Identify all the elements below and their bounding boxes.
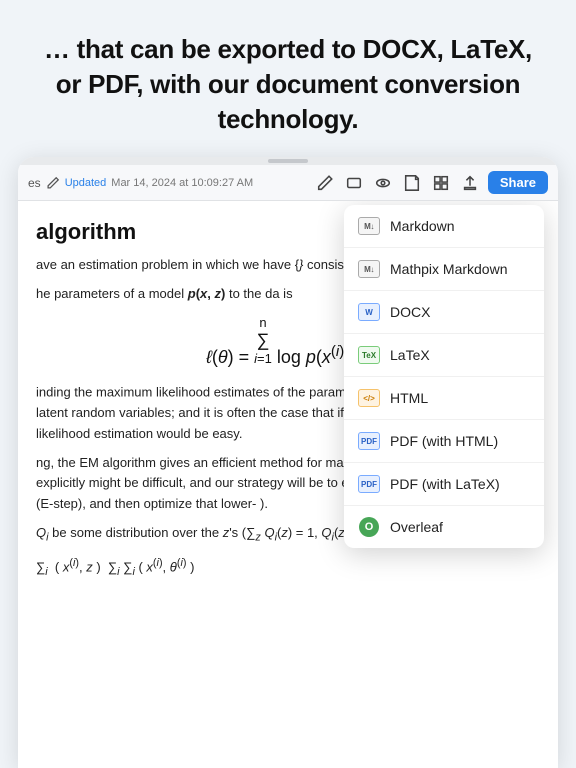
rectangle-icon-btn[interactable] xyxy=(343,172,365,194)
pdf-html-icon: PDF xyxy=(358,430,380,452)
html-label: HTML xyxy=(390,390,428,406)
notch-dot xyxy=(268,159,308,163)
headline-text: … that can be exported to DOCX, LaTeX, o… xyxy=(40,32,536,137)
device-notch xyxy=(18,157,558,165)
share-button[interactable]: Share xyxy=(488,171,548,194)
headline-area: … that can be exported to DOCX, LaTeX, o… xyxy=(0,0,576,157)
dropdown-item-overleaf[interactable]: O Overleaf xyxy=(344,506,544,548)
pencil-icon-btn[interactable] xyxy=(314,172,336,194)
device-frame: es Updated Mar 14, 2024 at 10:09:27 AM xyxy=(18,157,558,768)
mathpix-markdown-icon: M↓ xyxy=(358,258,380,280)
markdown-label: Markdown xyxy=(390,218,455,234)
doc-para-6: ∑i ( x(i), z ) ∑i ∑i ( x(i), θ(i) ) xyxy=(36,555,540,581)
latex-label: LaTeX xyxy=(390,347,430,363)
latex-icon: TeX xyxy=(358,344,380,366)
date-label: Mar 14, 2024 at 10:09:27 AM xyxy=(111,177,253,189)
dropdown-item-pdf-html[interactable]: PDF PDF (with HTML) xyxy=(344,420,544,463)
overleaf-label: Overleaf xyxy=(390,519,443,535)
dropdown-item-html[interactable]: </> HTML xyxy=(344,377,544,420)
mathpix-markdown-label: Mathpix Markdown xyxy=(390,261,508,277)
export-dropdown: M↓ Markdown M↓ Mathpix Markdown W DOCX T… xyxy=(344,205,544,548)
toolbar-right: Share xyxy=(314,171,548,194)
document-icon-btn[interactable] xyxy=(401,172,423,194)
html-icon: </> xyxy=(358,387,380,409)
pdf-html-label: PDF (with HTML) xyxy=(390,433,498,449)
updated-label: Updated xyxy=(65,177,107,189)
markdown-icon: M↓ xyxy=(358,215,380,237)
filename-label: es xyxy=(28,176,41,190)
dropdown-item-mathpix-markdown[interactable]: M↓ Mathpix Markdown xyxy=(344,248,544,291)
docx-icon: W xyxy=(358,301,380,323)
grid-icon-btn[interactable] xyxy=(430,172,452,194)
eye-icon-btn[interactable] xyxy=(372,172,394,194)
edit-icon[interactable] xyxy=(46,176,60,190)
document-area: algorithm ave an estimation problem in w… xyxy=(18,201,558,768)
dropdown-item-pdf-latex[interactable]: PDF PDF (with LaTeX) xyxy=(344,463,544,506)
upload-icon-btn[interactable] xyxy=(459,172,481,194)
docx-label: DOCX xyxy=(390,304,430,320)
dropdown-item-docx[interactable]: W DOCX xyxy=(344,291,544,334)
dropdown-item-latex[interactable]: TeX LaTeX xyxy=(344,334,544,377)
overleaf-icon: O xyxy=(358,516,380,538)
dropdown-item-markdown[interactable]: M↓ Markdown xyxy=(344,205,544,248)
pdf-latex-icon: PDF xyxy=(358,473,380,495)
toolbar: es Updated Mar 14, 2024 at 10:09:27 AM xyxy=(18,165,558,201)
pdf-latex-label: PDF (with LaTeX) xyxy=(390,476,500,492)
toolbar-left: es Updated Mar 14, 2024 at 10:09:27 AM xyxy=(28,176,308,190)
